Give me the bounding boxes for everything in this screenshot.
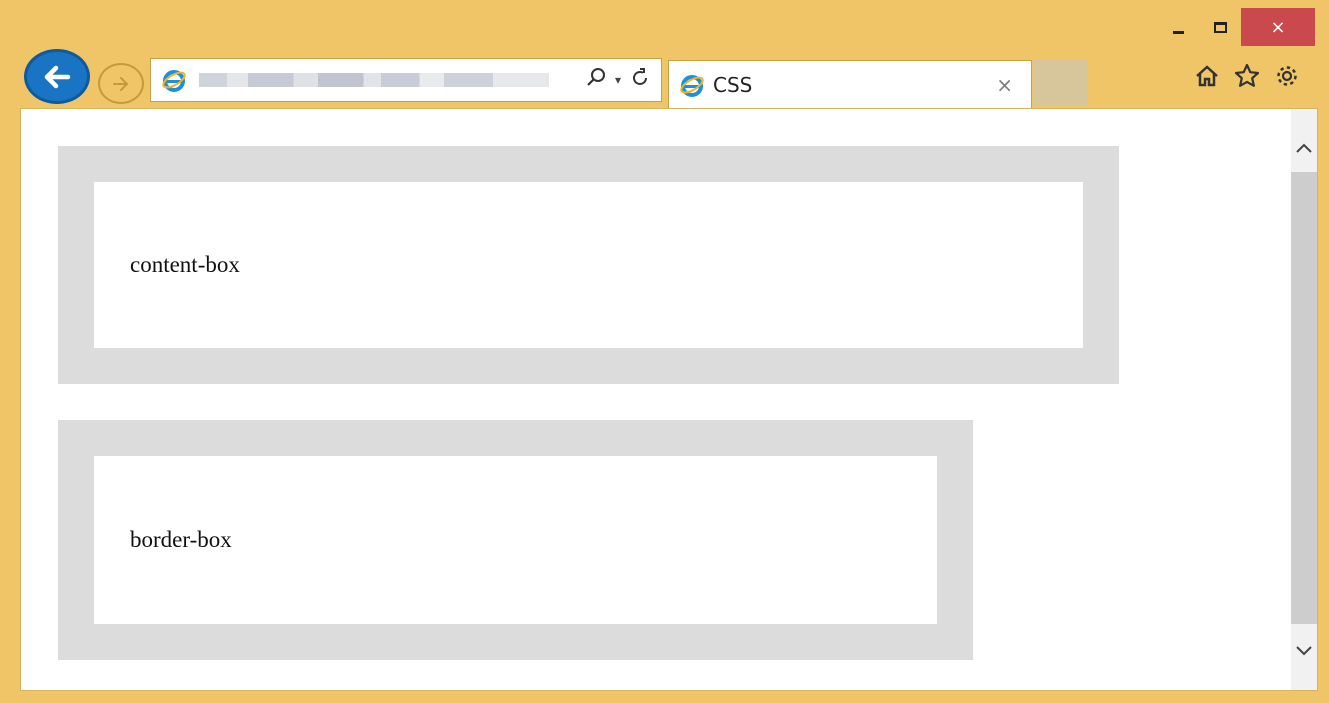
tab-css[interactable]: CSS × <box>668 60 1032 108</box>
back-button[interactable] <box>24 49 90 104</box>
arrow-left-icon <box>44 65 71 88</box>
new-tab-button[interactable] <box>1033 60 1088 106</box>
search-icon[interactable] <box>585 66 607 94</box>
minimize-icon <box>1172 30 1184 34</box>
favorites-star-icon[interactable] <box>1233 62 1261 90</box>
minimize-button[interactable] <box>1157 8 1199 46</box>
chevron-down-icon <box>1296 646 1312 656</box>
page-viewport: content-box border-box <box>20 108 1318 691</box>
maximize-icon <box>1213 21 1227 33</box>
scroll-up-button[interactable] <box>1291 129 1317 169</box>
refresh-icon[interactable] <box>629 66 651 94</box>
address-bar[interactable]: ▾ <box>150 58 662 102</box>
tab-label: CSS <box>713 72 753 97</box>
browser-toolbar <box>1193 62 1301 90</box>
arrow-right-icon <box>113 76 128 91</box>
content-box-demo: content-box <box>58 146 1119 384</box>
tab-close-icon[interactable]: × <box>996 73 1013 97</box>
maximize-button[interactable] <box>1199 8 1241 46</box>
dropdown-arrow-icon[interactable]: ▾ <box>615 73 621 87</box>
ie-logo-icon <box>679 72 705 98</box>
close-icon: × <box>1270 16 1286 38</box>
url-text-redacted <box>199 73 549 87</box>
scrollbar-thumb[interactable] <box>1291 172 1317 624</box>
border-box-demo: border-box <box>58 420 973 660</box>
home-icon[interactable] <box>1193 62 1221 90</box>
scroll-down-button[interactable] <box>1291 630 1317 670</box>
window-controls: × <box>1157 8 1315 46</box>
vertical-scrollbar[interactable] <box>1291 109 1317 690</box>
border-box-label: border-box <box>130 527 232 552</box>
ie-logo-icon <box>161 67 187 93</box>
gear-icon[interactable] <box>1273 62 1301 90</box>
chevron-up-icon <box>1296 143 1312 153</box>
forward-button[interactable] <box>98 63 144 104</box>
content-box-label: content-box <box>130 252 240 277</box>
close-window-button[interactable]: × <box>1241 8 1315 46</box>
address-tools: ▾ <box>585 66 651 94</box>
